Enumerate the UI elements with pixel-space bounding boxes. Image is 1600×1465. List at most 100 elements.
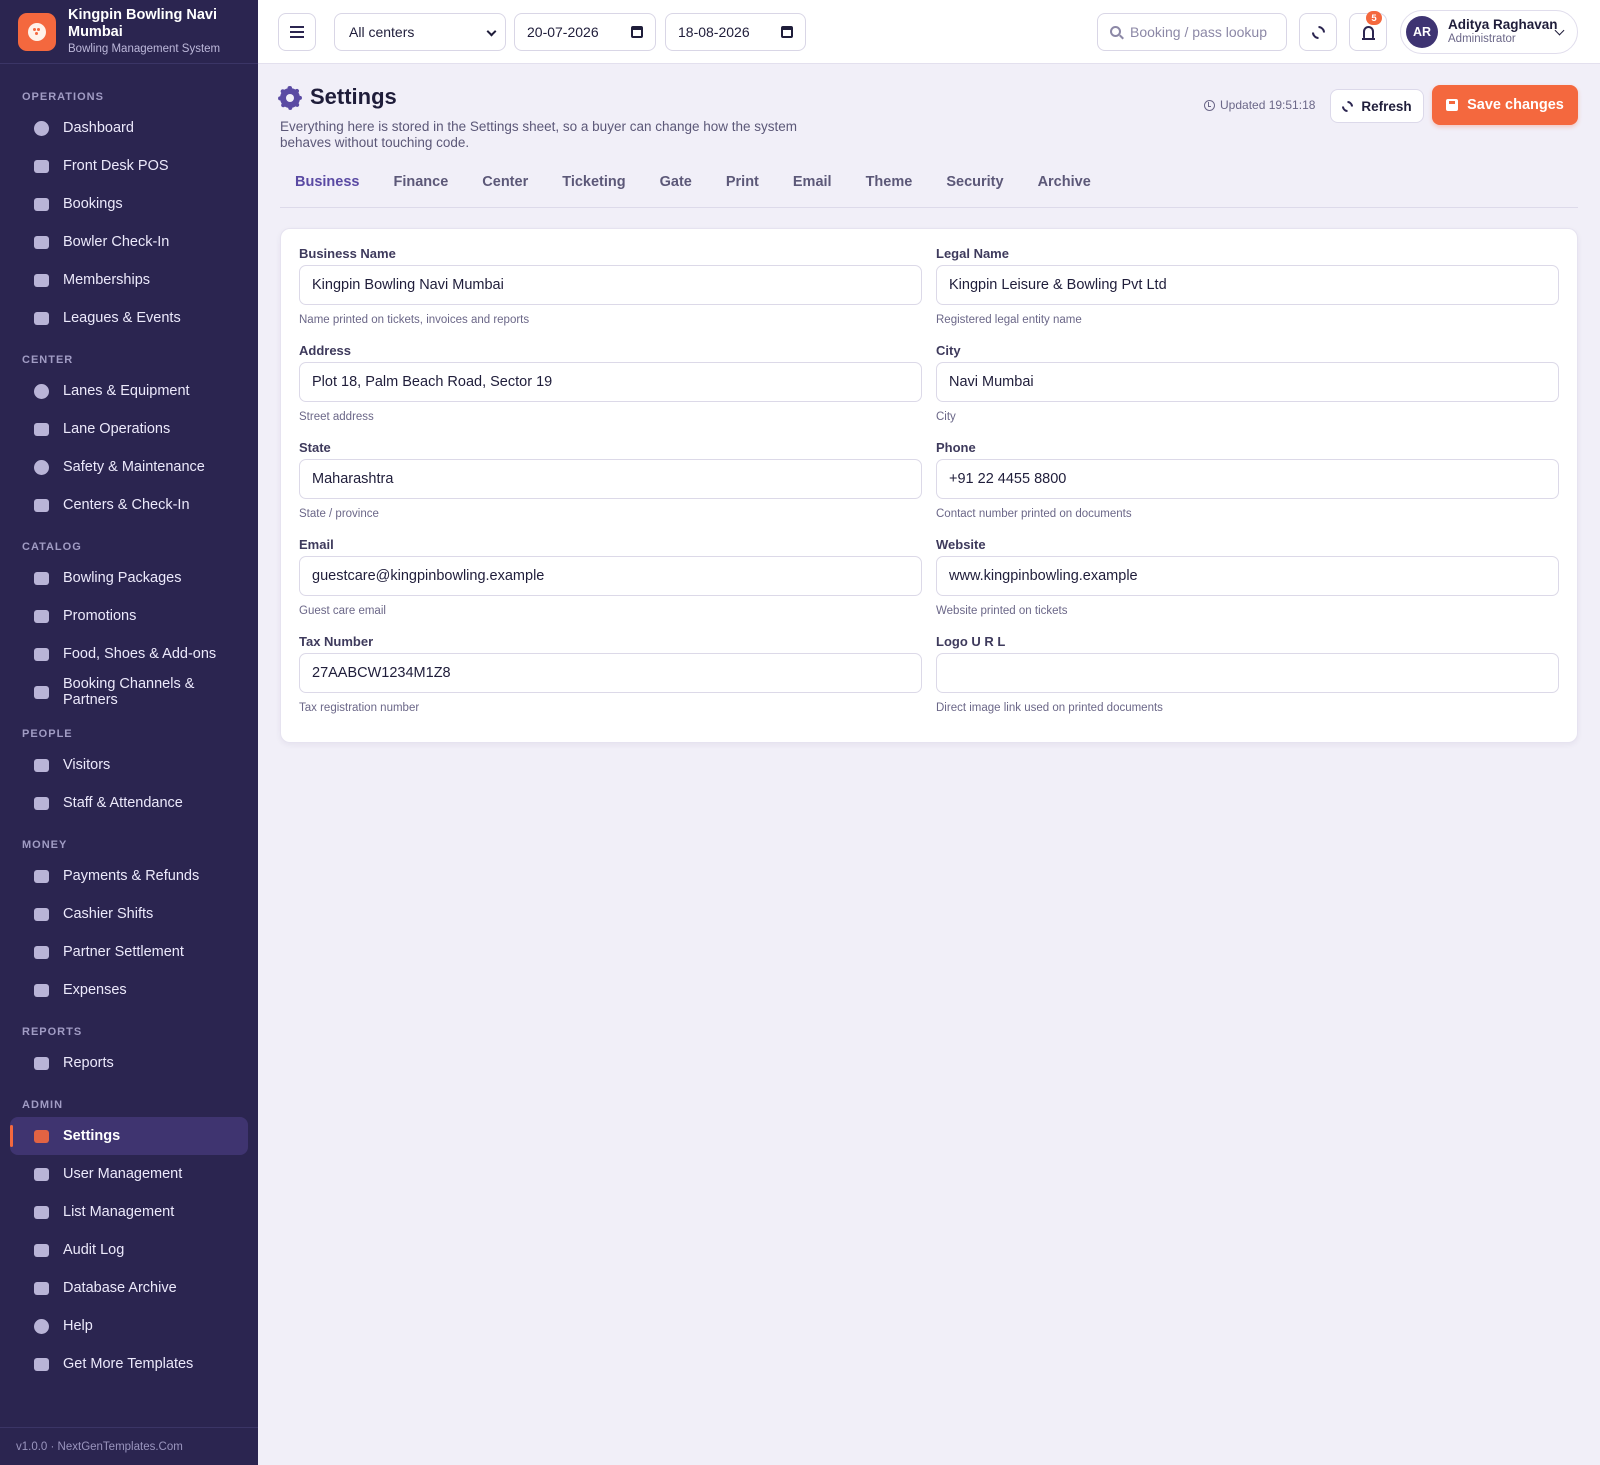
sidebar-item-reports[interactable]: Reports bbox=[0, 1044, 248, 1082]
state-input[interactable]: Maharashtra bbox=[299, 459, 922, 499]
date-from-input[interactable]: 20-07-2026 bbox=[514, 13, 656, 51]
email-input[interactable]: guestcare@kingpinbowling.example bbox=[299, 556, 922, 596]
sidebar-item-lane-operations[interactable]: Lane Operations bbox=[0, 410, 248, 448]
business-name-input[interactable]: Kingpin Bowling Navi Mumbai bbox=[299, 265, 922, 305]
sidebar-item-label: Centers & Check-In bbox=[63, 497, 190, 513]
sidebar-item-staff-attendance[interactable]: Staff & Attendance bbox=[0, 784, 248, 822]
sidebar-item-centers-check-in[interactable]: Centers & Check-In bbox=[0, 486, 248, 524]
cash-register-icon bbox=[32, 157, 50, 175]
field-phone: Phone +91 22 4455 8800 Contact number prin… bbox=[936, 439, 1559, 536]
sidebar-item-lanes-equipment[interactable]: Lanes & Equipment bbox=[0, 372, 248, 410]
tax-number-input[interactable]: 27AABCW1234M1Z8 bbox=[299, 653, 922, 693]
sidebar-item-bowler-check-in[interactable]: Bowler Check-In bbox=[0, 223, 248, 261]
refresh-button[interactable]: Refresh bbox=[1330, 89, 1424, 123]
field-label: Phone bbox=[936, 440, 976, 455]
avatar: AR bbox=[1406, 16, 1438, 48]
clock-icon bbox=[1204, 99, 1215, 111]
sidebar-item-bookings[interactable]: Bookings bbox=[0, 185, 248, 223]
sidebar-item-bowling-packages[interactable]: Bowling Packages bbox=[0, 559, 248, 597]
sidebar-item-promotions[interactable]: Promotions bbox=[0, 597, 248, 635]
field-help-text: Direct image link used on printed docume… bbox=[936, 702, 1163, 714]
sidebar-item-label: Bowling Packages bbox=[63, 570, 182, 586]
field-help-text: Guest care email bbox=[299, 605, 386, 617]
tab-print[interactable]: Print bbox=[726, 164, 759, 207]
tab-business[interactable]: Business bbox=[295, 164, 359, 207]
tab-gate[interactable]: Gate bbox=[660, 164, 692, 207]
tab-theme[interactable]: Theme bbox=[866, 164, 913, 207]
user-menu[interactable]: AR Aditya Raghavan Administrator bbox=[1400, 10, 1578, 54]
sidebar-item-food-shoes-add-ons[interactable]: Food, Shoes & Add-ons bbox=[0, 635, 248, 673]
main-content: Settings Everything here is stored in th… bbox=[278, 64, 1578, 743]
tab-archive[interactable]: Archive bbox=[1038, 164, 1091, 207]
sidebar-item-get-more-templates[interactable]: Get More Templates bbox=[0, 1345, 248, 1383]
phone-input[interactable]: +91 22 4455 8800 bbox=[936, 459, 1559, 499]
credit-card-icon bbox=[32, 867, 50, 885]
page-title: Settings bbox=[310, 84, 397, 109]
address-input[interactable]: Plot 18, Palm Beach Road, Sector 19 bbox=[299, 362, 922, 402]
sidebar-item-partner-settlement[interactable]: Partner Settlement bbox=[0, 933, 248, 971]
sidebar-item-leagues-events[interactable]: Leagues & Events bbox=[0, 299, 248, 337]
save-changes-button[interactable]: Save changes bbox=[1432, 85, 1578, 125]
center-select[interactable]: All centers bbox=[334, 13, 506, 51]
chevron-down-icon bbox=[486, 26, 497, 37]
sidebar-item-label: Food, Shoes & Add-ons bbox=[63, 646, 217, 662]
sidebar-item-label: Bowler Check-In bbox=[63, 234, 170, 250]
users-icon bbox=[32, 756, 50, 774]
field-label: State bbox=[299, 440, 331, 455]
sidebar-item-booking-channels-partners[interactable]: Booking Channels & Partners bbox=[0, 673, 248, 711]
gear-icon bbox=[32, 1127, 50, 1145]
sidebar-item-label: Payments & Refunds bbox=[63, 868, 200, 884]
sidebar-item-safety-maintenance[interactable]: Safety & Maintenance bbox=[0, 448, 248, 486]
tab-email[interactable]: Email bbox=[793, 164, 832, 207]
sidebar-item-label: Bookings bbox=[63, 196, 123, 212]
nav-section-title: CENTER bbox=[22, 354, 74, 366]
save-label: Save changes bbox=[1467, 97, 1564, 113]
sidebar-item-label: User Management bbox=[63, 1166, 183, 1182]
sidebar-item-list-management[interactable]: List Management bbox=[0, 1193, 248, 1231]
tab-center[interactable]: Center bbox=[482, 164, 528, 207]
updated-text: Updated 19:51:18 bbox=[1220, 98, 1316, 112]
nav-section-title: OPERATIONS bbox=[22, 91, 104, 103]
sidebar-item-expenses[interactable]: Expenses bbox=[0, 971, 248, 1009]
sidebar-item-help[interactable]: Help bbox=[0, 1307, 248, 1345]
basket-icon bbox=[32, 645, 50, 663]
notifications-button[interactable]: 5 bbox=[1349, 11, 1387, 51]
sidebar-item-audit-log[interactable]: Audit Log bbox=[0, 1231, 248, 1269]
center-select-value: All centers bbox=[349, 24, 415, 40]
sidebar-item-payments-refunds[interactable]: Payments & Refunds bbox=[0, 857, 248, 895]
search-input[interactable]: Booking / pass lookup bbox=[1097, 13, 1287, 51]
sync-button[interactable] bbox=[1299, 13, 1337, 51]
sidebar-item-label: Lane Operations bbox=[63, 421, 171, 437]
sidebar-item-label: Partner Settlement bbox=[63, 944, 184, 960]
logo-u-r-l-input[interactable] bbox=[936, 653, 1559, 693]
sidebar-item-database-archive[interactable]: Database Archive bbox=[0, 1269, 248, 1307]
user-name: Aditya Raghavan bbox=[1448, 17, 1558, 32]
sidebar-item-dashboard[interactable]: Dashboard bbox=[0, 109, 248, 147]
notification-badge: 5 bbox=[1366, 11, 1382, 25]
menu-toggle-button[interactable] bbox=[278, 13, 316, 51]
sidebar-item-memberships[interactable]: Memberships bbox=[0, 261, 248, 299]
sidebar-item-cashier-shifts[interactable]: Cashier Shifts bbox=[0, 895, 248, 933]
city-input[interactable]: Navi Mumbai bbox=[936, 362, 1559, 402]
sidebar-item-visitors[interactable]: Visitors bbox=[0, 746, 248, 784]
tab-finance[interactable]: Finance bbox=[393, 164, 448, 207]
sidebar-item-settings[interactable]: Settings bbox=[10, 1117, 248, 1155]
legal-name-input[interactable]: Kingpin Leisure & Bowling Pvt Ltd bbox=[936, 265, 1559, 305]
calendar-icon[interactable] bbox=[631, 26, 643, 38]
save-icon bbox=[1446, 99, 1459, 111]
sidebar-item-front-desk-pos[interactable]: Front Desk POS bbox=[0, 147, 248, 185]
calendar-icon[interactable] bbox=[781, 26, 793, 38]
field-label: Address bbox=[299, 343, 352, 358]
updated-timestamp: Updated 19:51:18 bbox=[1204, 98, 1315, 112]
tab-security[interactable]: Security bbox=[946, 164, 1003, 207]
page-header: Settings Everything here is stored in th… bbox=[278, 64, 1578, 164]
help-icon bbox=[32, 1317, 50, 1335]
sidebar-footer: v1.0.0 · NextGenTemplates.Com bbox=[0, 1427, 258, 1465]
website-input[interactable]: www.kingpinbowling.example bbox=[936, 556, 1559, 596]
field-label: Website bbox=[936, 537, 986, 552]
nav-section-title: CATALOG bbox=[22, 541, 82, 553]
brand[interactable]: Kingpin Bowling Navi Mumbai Bowling Mana… bbox=[0, 0, 258, 64]
sidebar-item-user-management[interactable]: User Management bbox=[0, 1155, 248, 1193]
tab-ticketing[interactable]: Ticketing bbox=[562, 164, 625, 207]
date-to-input[interactable]: 18-08-2026 bbox=[665, 13, 806, 51]
